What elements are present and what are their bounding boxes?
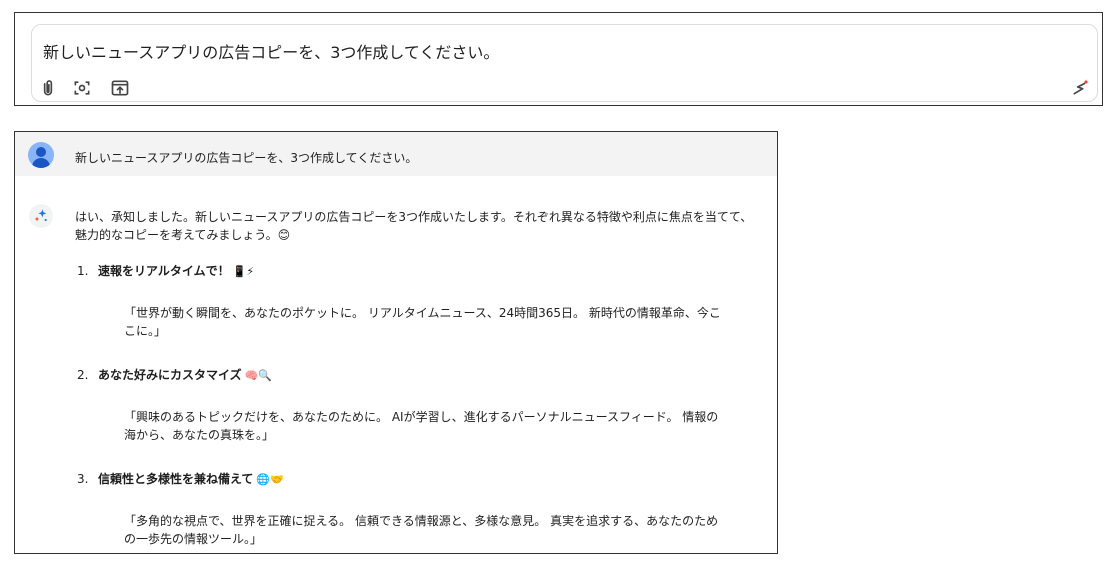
list-item-1-quote: 「世界が動く瞬間を、あなたのポケットに。 リアルタイムニュース、24時間365日…	[124, 306, 721, 338]
list-item-emoji: 🌐🤝	[256, 473, 284, 486]
ai-response-intro: はい、承知しました。新しいニュースアプリの広告コピーを3つ作成いたします。それぞ…	[75, 208, 763, 244]
user-message-text: 新しいニュースアプリの広告コピーを、3つ作成してください。	[75, 151, 418, 165]
ai-sparkle-icon	[29, 204, 53, 228]
user-message-row: 新しいニュースアプリの広告コピーを、3つ作成してください。	[15, 132, 777, 176]
list-item-2-title: 2. あなた好みにカスタマイズ 🧠🔍	[77, 366, 272, 383]
prompt-input-text[interactable]: 新しいニュースアプリの広告コピーを、3つ作成してください。	[43, 39, 499, 63]
list-item-number: 3.	[77, 472, 89, 486]
prompt-panel: 新しいニュースアプリの広告コピーを、3つ作成してください。	[14, 12, 1103, 106]
screenshot-capture-icon[interactable]	[71, 77, 93, 99]
paperclip-icon[interactable]	[37, 77, 59, 99]
list-item-3-title: 3. 信頼性と多様性を兼ね備えて 🌐🤝	[77, 470, 284, 487]
upload-icon[interactable]	[109, 77, 131, 99]
list-item-emoji: 📱⚡	[232, 265, 255, 278]
list-item-number: 2.	[77, 368, 89, 382]
user-avatar-icon	[28, 142, 54, 168]
prompt-input-box[interactable]	[31, 24, 1098, 102]
list-item-2-quote: 「興味のあるトピックだけを、あなたのために。 AIが学習し、進化するパーソナルニ…	[124, 410, 719, 442]
list-item-1-title: 1. 速報をリアルタイムで！ 📱⚡	[77, 262, 254, 279]
magic-wand-icon[interactable]	[1070, 76, 1092, 98]
chat-panel: 新しいニュースアプリの広告コピーを、3つ作成してください。 はい、承知しました。…	[14, 131, 778, 554]
ai-intro-text: はい、承知しました。新しいニュースアプリの広告コピーを3つ作成いたします。それぞ…	[75, 210, 753, 242]
list-item-title: 速報をリアルタイムで！	[98, 264, 230, 278]
list-item-emoji: 🧠🔍	[244, 369, 273, 382]
list-item-title: あなた好みにカスタマイズ	[98, 368, 242, 382]
list-item-3-quote: 「多角的な視点で、世界を正確に捉える。 信頼できる情報源と、多様な意見。 真実を…	[124, 514, 719, 546]
list-item-title: 信頼性と多様性を兼ね備えて	[98, 472, 254, 486]
list-item-number: 1.	[77, 264, 89, 278]
